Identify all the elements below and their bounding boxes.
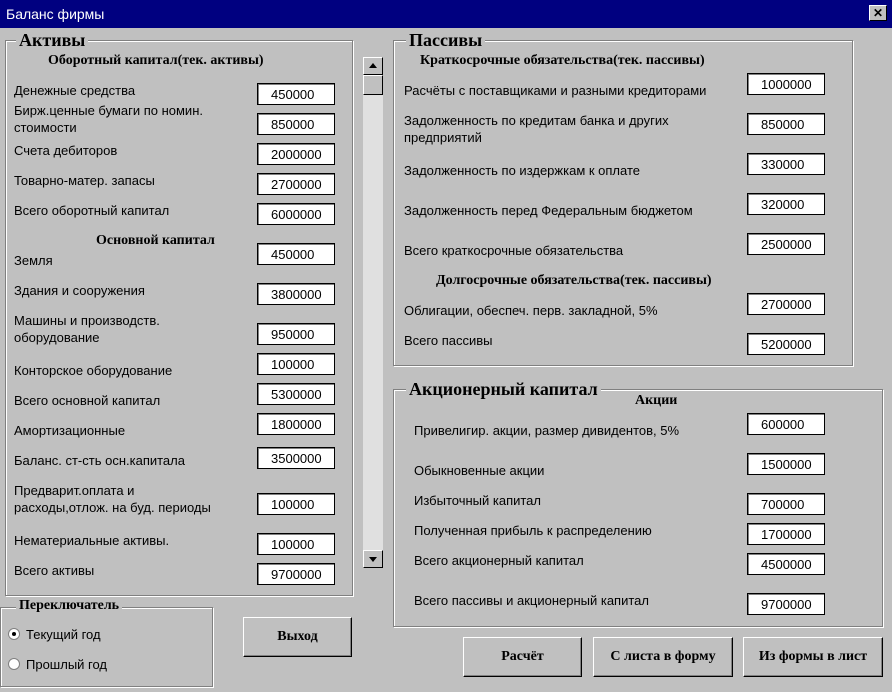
liab-label-bank-loans-2: предприятий	[404, 130, 482, 145]
liabilities-legend: Пассивы	[406, 30, 486, 51]
asset-field-total-assets[interactable]: 9700000	[257, 563, 335, 585]
asset-field-buildings[interactable]: 3800000	[257, 283, 335, 305]
liab-field-total-short[interactable]: 2500000	[747, 233, 825, 255]
window-title: Баланс фирмы	[6, 6, 105, 22]
asset-label-prepaid-2: расходы,отлож. на буд. периоды	[14, 500, 211, 515]
long-term-heading: Долгосрочные обязательства(тек. пассивы)	[436, 273, 712, 288]
asset-field-total-fixed[interactable]: 5300000	[257, 383, 335, 405]
radio-previous-year-label: Прошлый год	[26, 657, 108, 672]
equity-field-surplus[interactable]: 700000	[747, 493, 825, 515]
asset-label-intangible: Нематериальные активы.	[14, 533, 170, 548]
equity-field-retained[interactable]: 1700000	[747, 523, 825, 545]
radio-previous-year-circle[interactable]	[8, 658, 20, 670]
liab-field-bank-loans[interactable]: 850000	[747, 113, 825, 135]
liab-field-accrued[interactable]: 330000	[747, 153, 825, 175]
asset-label-buildings: Здания и сооружения	[14, 283, 145, 298]
working-capital-heading: Оборотный капитал(тек. активы)	[48, 53, 264, 68]
close-icon: ✕	[872, 6, 884, 20]
radio-selected-dot	[12, 632, 16, 636]
equity-legend: Акционерный капитал	[406, 379, 601, 400]
radio-current-year-circle[interactable]	[8, 628, 20, 640]
asset-field-office-equipment[interactable]: 100000	[257, 353, 335, 375]
equity-label-total: Всего акционерный капитал	[414, 553, 584, 568]
asset-field-depreciation[interactable]: 1800000	[257, 413, 335, 435]
assets-legend: Активы	[16, 30, 89, 51]
sheet-to-form-button[interactable]: С листа в форму	[593, 637, 733, 677]
liab-field-total[interactable]: 5200000	[747, 333, 825, 355]
equity-label-grand-total: Всего пассивы и акционерный капитал	[414, 593, 649, 608]
liab-label-suppliers: Расчёты с поставщиками и разными кредито…	[404, 83, 707, 98]
radio-previous-year[interactable]: Прошлый год	[8, 657, 198, 675]
asset-label-total-assets: Всего активы	[14, 563, 95, 578]
radio-current-year-label: Текущий год	[26, 627, 101, 642]
asset-label-receivables: Счета дебиторов	[14, 143, 118, 158]
liab-field-bonds[interactable]: 2700000	[747, 293, 825, 315]
asset-label-machinery-2: оборудование	[14, 330, 100, 345]
asset-field-land[interactable]: 450000	[257, 243, 335, 265]
asset-field-machinery[interactable]: 950000	[257, 323, 335, 345]
asset-field-intangible[interactable]: 100000	[257, 533, 335, 555]
liab-label-total-short: Всего краткосрочные обязательства	[404, 243, 624, 258]
asset-field-cash[interactable]: 450000	[257, 83, 335, 105]
liab-label-bonds: Облигации, обеспеч. перв. закладной, 5%	[404, 303, 658, 318]
equity-field-grand-total[interactable]: 9700000	[747, 593, 825, 615]
equity-label-retained: Полученная прибыль к распределению	[414, 523, 652, 538]
asset-label-prepaid: Предварит.оплата и	[14, 483, 135, 498]
equity-label-surplus: Избыточный капитал	[414, 493, 541, 508]
liab-label-bank-loans: Задолженность по кредитам банка и других	[404, 113, 669, 128]
form-to-sheet-button[interactable]: Из формы в лист	[743, 637, 883, 677]
asset-label-cash: Денежные средства	[14, 83, 136, 98]
asset-field-receivables[interactable]: 2000000	[257, 143, 335, 165]
radio-current-year[interactable]: Текущий год	[8, 627, 198, 645]
asset-label-total-fixed: Всего основной капитал	[14, 393, 161, 408]
liab-label-federal: Задолженность перед Федеральным бюджетом	[404, 203, 693, 218]
arrow-down-icon	[369, 557, 377, 562]
liab-field-suppliers[interactable]: 1000000	[747, 73, 825, 95]
asset-label-inventory: Товарно-матер. запасы	[14, 173, 155, 188]
switcher-legend: Переключатель	[16, 598, 123, 614]
fixed-capital-heading: Основной капитал	[96, 233, 215, 248]
title-bar: Баланс фирмы ✕	[0, 0, 892, 28]
close-button[interactable]: ✕	[869, 5, 887, 21]
equity-field-preferred[interactable]: 600000	[747, 413, 825, 435]
switcher-frame	[0, 607, 213, 687]
scroll-down-button[interactable]	[363, 550, 383, 568]
scroll-thumb[interactable]	[363, 75, 383, 95]
asset-label-land: Земля	[14, 253, 53, 268]
shares-heading: Акции	[635, 393, 678, 408]
asset-field-inventory[interactable]: 2700000	[257, 173, 335, 195]
asset-field-prepaid[interactable]: 100000	[257, 493, 335, 515]
asset-label-total-working: Всего оборотный капитал	[14, 203, 170, 218]
equity-field-common[interactable]: 1500000	[747, 453, 825, 475]
asset-label-securities-2: стоимости	[14, 120, 77, 135]
exit-button[interactable]: Выход	[243, 617, 352, 657]
equity-label-preferred: Привелигир. акции, размер дивидентов, 5%	[414, 423, 680, 438]
asset-field-total-working[interactable]: 6000000	[257, 203, 335, 225]
liab-label-accrued: Задолженность по издержкам к оплате	[404, 163, 640, 178]
calculate-button[interactable]: Расчёт	[463, 637, 582, 677]
arrow-up-icon	[369, 63, 377, 68]
liab-field-federal[interactable]: 320000	[747, 193, 825, 215]
asset-label-office-equipment: Конторское оборудование	[14, 363, 173, 378]
asset-field-securities[interactable]: 850000	[257, 113, 335, 135]
short-term-heading: Краткосрочные обязательства(тек. пассивы…	[420, 53, 705, 68]
asset-label-machinery: Машины и производств.	[14, 313, 160, 328]
liab-label-total: Всего пассивы	[404, 333, 493, 348]
vertical-scrollbar[interactable]	[363, 57, 383, 568]
asset-field-book-value[interactable]: 3500000	[257, 447, 335, 469]
scroll-up-button[interactable]	[363, 57, 383, 75]
equity-field-total[interactable]: 4500000	[747, 553, 825, 575]
asset-label-depreciation: Амортизационные	[14, 423, 126, 438]
asset-label-securities: Бирж.ценные бумаги по номин.	[14, 103, 203, 118]
asset-label-book-value: Баланс. ст-сть осн.капитала	[14, 453, 185, 468]
equity-label-common: Обыкновенные акции	[414, 463, 545, 478]
